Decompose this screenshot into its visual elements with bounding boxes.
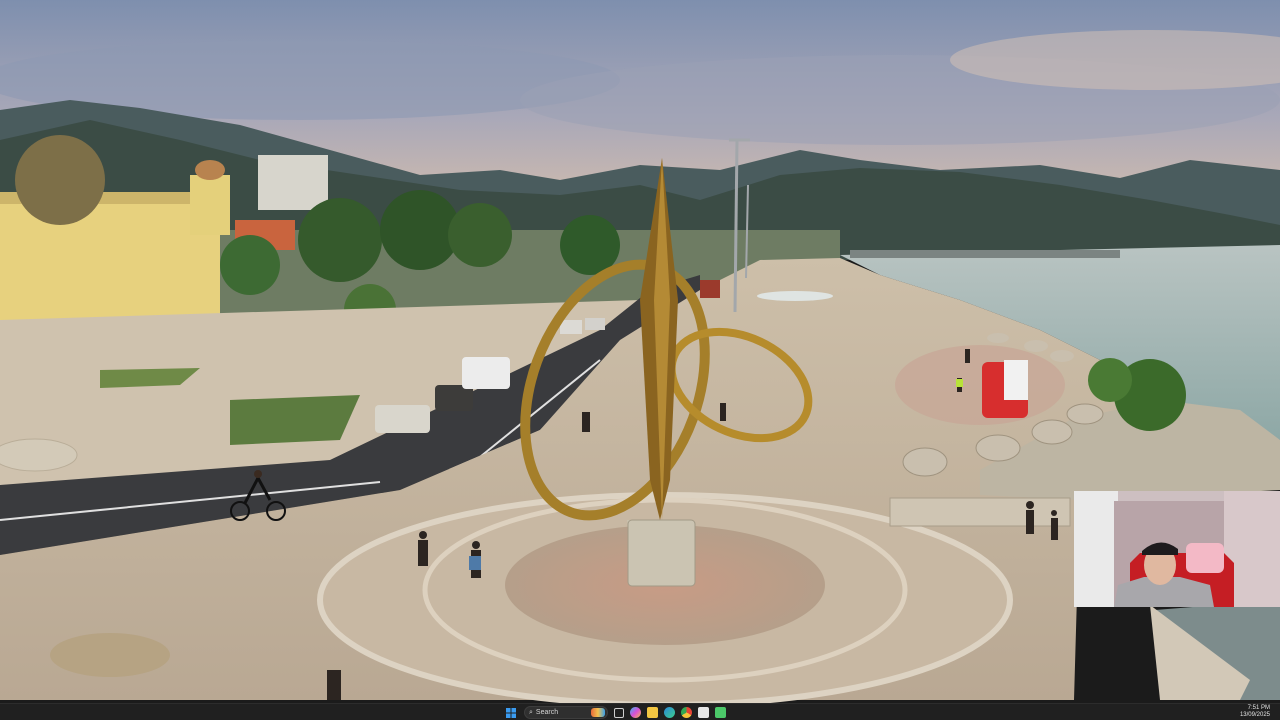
taskbar: ⌕ Search 7:51 PM 13/09/2025 — [0, 703, 1280, 720]
system-clock[interactable]: 7:51 PM 13/09/2025 — [1240, 705, 1270, 719]
taskbar-pinned-apps: ⌕ Search — [504, 705, 726, 720]
clock-date: 13/09/2025 — [1239, 712, 1270, 718]
app-icon[interactable] — [715, 707, 726, 718]
copilot-icon[interactable] — [630, 707, 641, 718]
task-view-icon[interactable] — [614, 707, 624, 718]
search-label: Search — [535, 709, 559, 716]
clock-time: 7:51 PM — [1247, 705, 1270, 711]
chrome-icon[interactable] — [681, 707, 692, 718]
store-icon[interactable] — [698, 707, 709, 718]
taskbar-search-box[interactable]: ⌕ Search — [524, 706, 608, 719]
webcam-overlay — [1074, 491, 1280, 607]
file-explorer-icon[interactable] — [647, 707, 658, 718]
widgets-icon[interactable] — [591, 708, 605, 717]
edge-icon[interactable] — [664, 707, 675, 718]
streamer-webcam — [1074, 491, 1280, 607]
video-frame — [0, 0, 1280, 703]
search-icon: ⌕ — [529, 708, 533, 716]
start-icon[interactable] — [504, 706, 518, 720]
